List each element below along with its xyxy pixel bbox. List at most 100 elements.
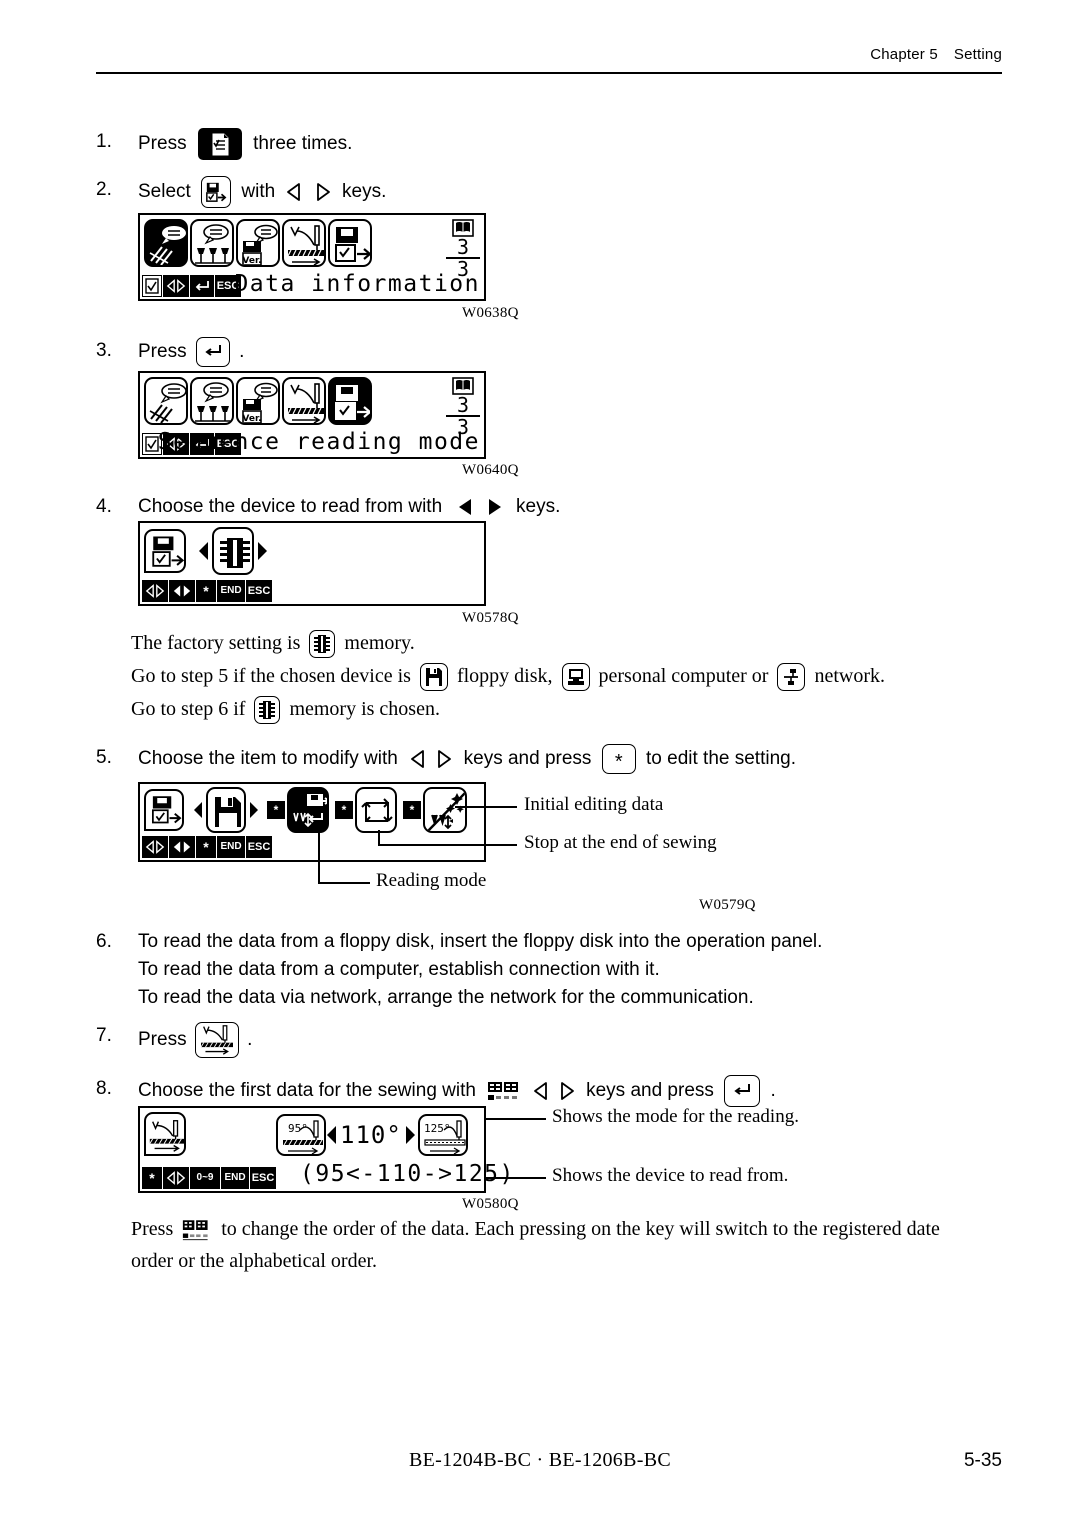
softkey-number-range[interactable]: 0~9: [190, 1167, 220, 1189]
closing-note-line1-post: to change the order of the data. Each pr…: [221, 1218, 940, 1240]
lcd5-right-arrow-icon[interactable]: [404, 1124, 416, 1146]
tile-sewing-pattern[interactable]: [282, 377, 326, 425]
enter-key-icon[interactable]: [724, 1075, 761, 1107]
personal-computer-icon: [561, 663, 590, 692]
callout-stem-stop: [378, 830, 380, 845]
lcd3-next-arrow-icon[interactable]: [256, 540, 268, 562]
softkey-end[interactable]: END: [221, 1167, 249, 1189]
left-arrow-key-icon[interactable]: [532, 1081, 550, 1101]
lcd5-next-pattern[interactable]: 125°: [417, 1114, 468, 1156]
sewing-pattern-key-icon[interactable]: [194, 1022, 239, 1058]
factory-note-line3-pre: Go to step 6 if: [131, 698, 246, 720]
version-speech-icon: Ver.: [242, 382, 278, 423]
step-6-line-1: To read the data from a floppy disk, ins…: [138, 931, 823, 952]
lcd4-prev-arrow-icon[interactable]: [193, 800, 204, 820]
lcd3-device-icon[interactable]: [212, 527, 254, 575]
softkey-left-right-arrows-icon[interactable]: [163, 275, 189, 297]
lcd4-item-reading-mode[interactable]: [287, 787, 329, 833]
data-information-icon: [152, 796, 182, 824]
lcd4-device-icon[interactable]: [206, 787, 246, 833]
softkey-star[interactable]: *: [142, 1167, 162, 1189]
softkey-esc[interactable]: ESC: [250, 1167, 276, 1189]
softkey-star[interactable]: *: [196, 836, 216, 858]
stop-at-end-of-sewing-icon: [361, 798, 393, 822]
right-arrow-key-icon[interactable]: [314, 182, 332, 202]
factory-note-line2-mid2: personal computer or: [598, 665, 769, 687]
tile-sewing-speech[interactable]: [144, 377, 188, 425]
softkey-esc[interactable]: ESC: [246, 836, 272, 858]
lcd5-mode-icon: [144, 1112, 186, 1156]
step-5-mid: keys and press: [463, 748, 592, 770]
step-7-number: 7.: [96, 1025, 112, 1046]
softkey-left-right-solid-icon[interactable]: [169, 836, 195, 858]
factory-note-line-1: The factory setting is memory.: [131, 627, 885, 660]
callout-line-device-shows: [486, 1177, 546, 1179]
left-arrow-solid-icon[interactable]: [455, 497, 475, 517]
factory-note-line1-post: memory.: [344, 632, 415, 654]
tile-sewing-pattern[interactable]: [282, 219, 326, 267]
footer-models: BE-1204B-BC · BE-1206B-BC: [409, 1449, 671, 1471]
lcd5-left-arrow-icon[interactable]: [326, 1124, 338, 1146]
tile-data-information[interactable]: [328, 377, 372, 425]
step-8: 8. Choose the first data for the sewing …: [96, 1075, 776, 1107]
softkey-star[interactable]: *: [196, 580, 216, 602]
softkey-enter-icon[interactable]: [190, 275, 214, 297]
tile-version[interactable]: Ver.: [236, 219, 280, 267]
softkey-left-right-outline-icon[interactable]: [163, 1167, 189, 1189]
data-order-switch-icon[interactable]: [182, 1217, 212, 1243]
right-arrow-solid-icon[interactable]: [485, 497, 505, 517]
lcd4-softkey-bar: * END ESC: [142, 836, 273, 858]
factory-setting-note: The factory setting is memory. Go to ste…: [131, 627, 885, 726]
sewing-pattern-icon: [149, 1120, 184, 1152]
step-1-number: 1.: [96, 131, 112, 152]
step-2-lead: Select: [138, 181, 191, 203]
lcd3-prev-arrow-icon[interactable]: [198, 540, 210, 562]
step-4-number: 4.: [96, 496, 112, 517]
enter-key-icon[interactable]: [195, 337, 230, 367]
right-arrow-key-icon[interactable]: [558, 1081, 576, 1101]
floppy-disk-icon: [215, 797, 241, 827]
softkey-check-icon[interactable]: [142, 275, 162, 297]
softkey-end[interactable]: END: [217, 836, 245, 858]
tile-tension-speech[interactable]: [190, 219, 234, 267]
left-arrow-key-icon[interactable]: [285, 182, 303, 202]
lcd5-data-row: 95° 110° 125°: [276, 1114, 468, 1156]
step-3: 3. Press .: [96, 337, 244, 367]
version-speech-icon: Ver.: [242, 224, 278, 265]
lcd4-item-stop-at-end[interactable]: [355, 787, 397, 833]
step-5-tail: to edit the setting.: [646, 748, 796, 770]
softkey-end[interactable]: END: [217, 580, 245, 602]
softkey-left-right-outline-icon[interactable]: [142, 580, 168, 602]
right-arrow-key-icon[interactable]: [435, 749, 453, 769]
step-7: 7. Press .: [96, 1022, 252, 1058]
softkey-left-right-solid-icon[interactable]: [169, 580, 195, 602]
data-information-icon[interactable]: [201, 176, 232, 208]
star-key[interactable]: *: [601, 744, 636, 774]
callout-line-stop: [378, 844, 517, 846]
lcd4-item-initial-editing-data[interactable]: [423, 787, 467, 833]
tile-sewing-speech[interactable]: [144, 219, 188, 267]
lcd3-mode-icon: [144, 529, 186, 573]
factory-note-line2-mid1: floppy disk,: [456, 665, 553, 687]
memory-chip-icon: [220, 538, 250, 568]
data-order-switch-icon[interactable]: [487, 1079, 521, 1103]
softkey-esc[interactable]: ESC: [246, 580, 272, 602]
tile-tension-speech[interactable]: [190, 377, 234, 425]
lcd1-caption: W0638Q: [462, 305, 519, 321]
lcd4-next-arrow-icon[interactable]: [248, 800, 259, 820]
lcd5-current-value: 110°: [340, 1121, 402, 1149]
tile-data-information[interactable]: [328, 219, 372, 267]
data-information-icon: [335, 227, 370, 262]
document-check-icon[interactable]: [197, 128, 242, 160]
factory-note-line-2: Go to step 5 if the chosen device is flo…: [131, 660, 885, 693]
callout-initial-editing-data: Initial editing data: [524, 794, 664, 815]
left-arrow-key-icon[interactable]: [409, 749, 427, 769]
lcd4-star-2: *: [335, 801, 353, 819]
reading-mode-icon: [293, 794, 327, 828]
softkey-left-right-outline-icon[interactable]: [142, 836, 168, 858]
tile-version[interactable]: Ver.: [236, 377, 280, 425]
lcd5-prev-pattern[interactable]: 95°: [276, 1114, 326, 1156]
lcd4-caption: W0579Q: [699, 897, 756, 913]
document-check-glyph: [212, 133, 229, 156]
data-information-icon: [152, 536, 184, 567]
